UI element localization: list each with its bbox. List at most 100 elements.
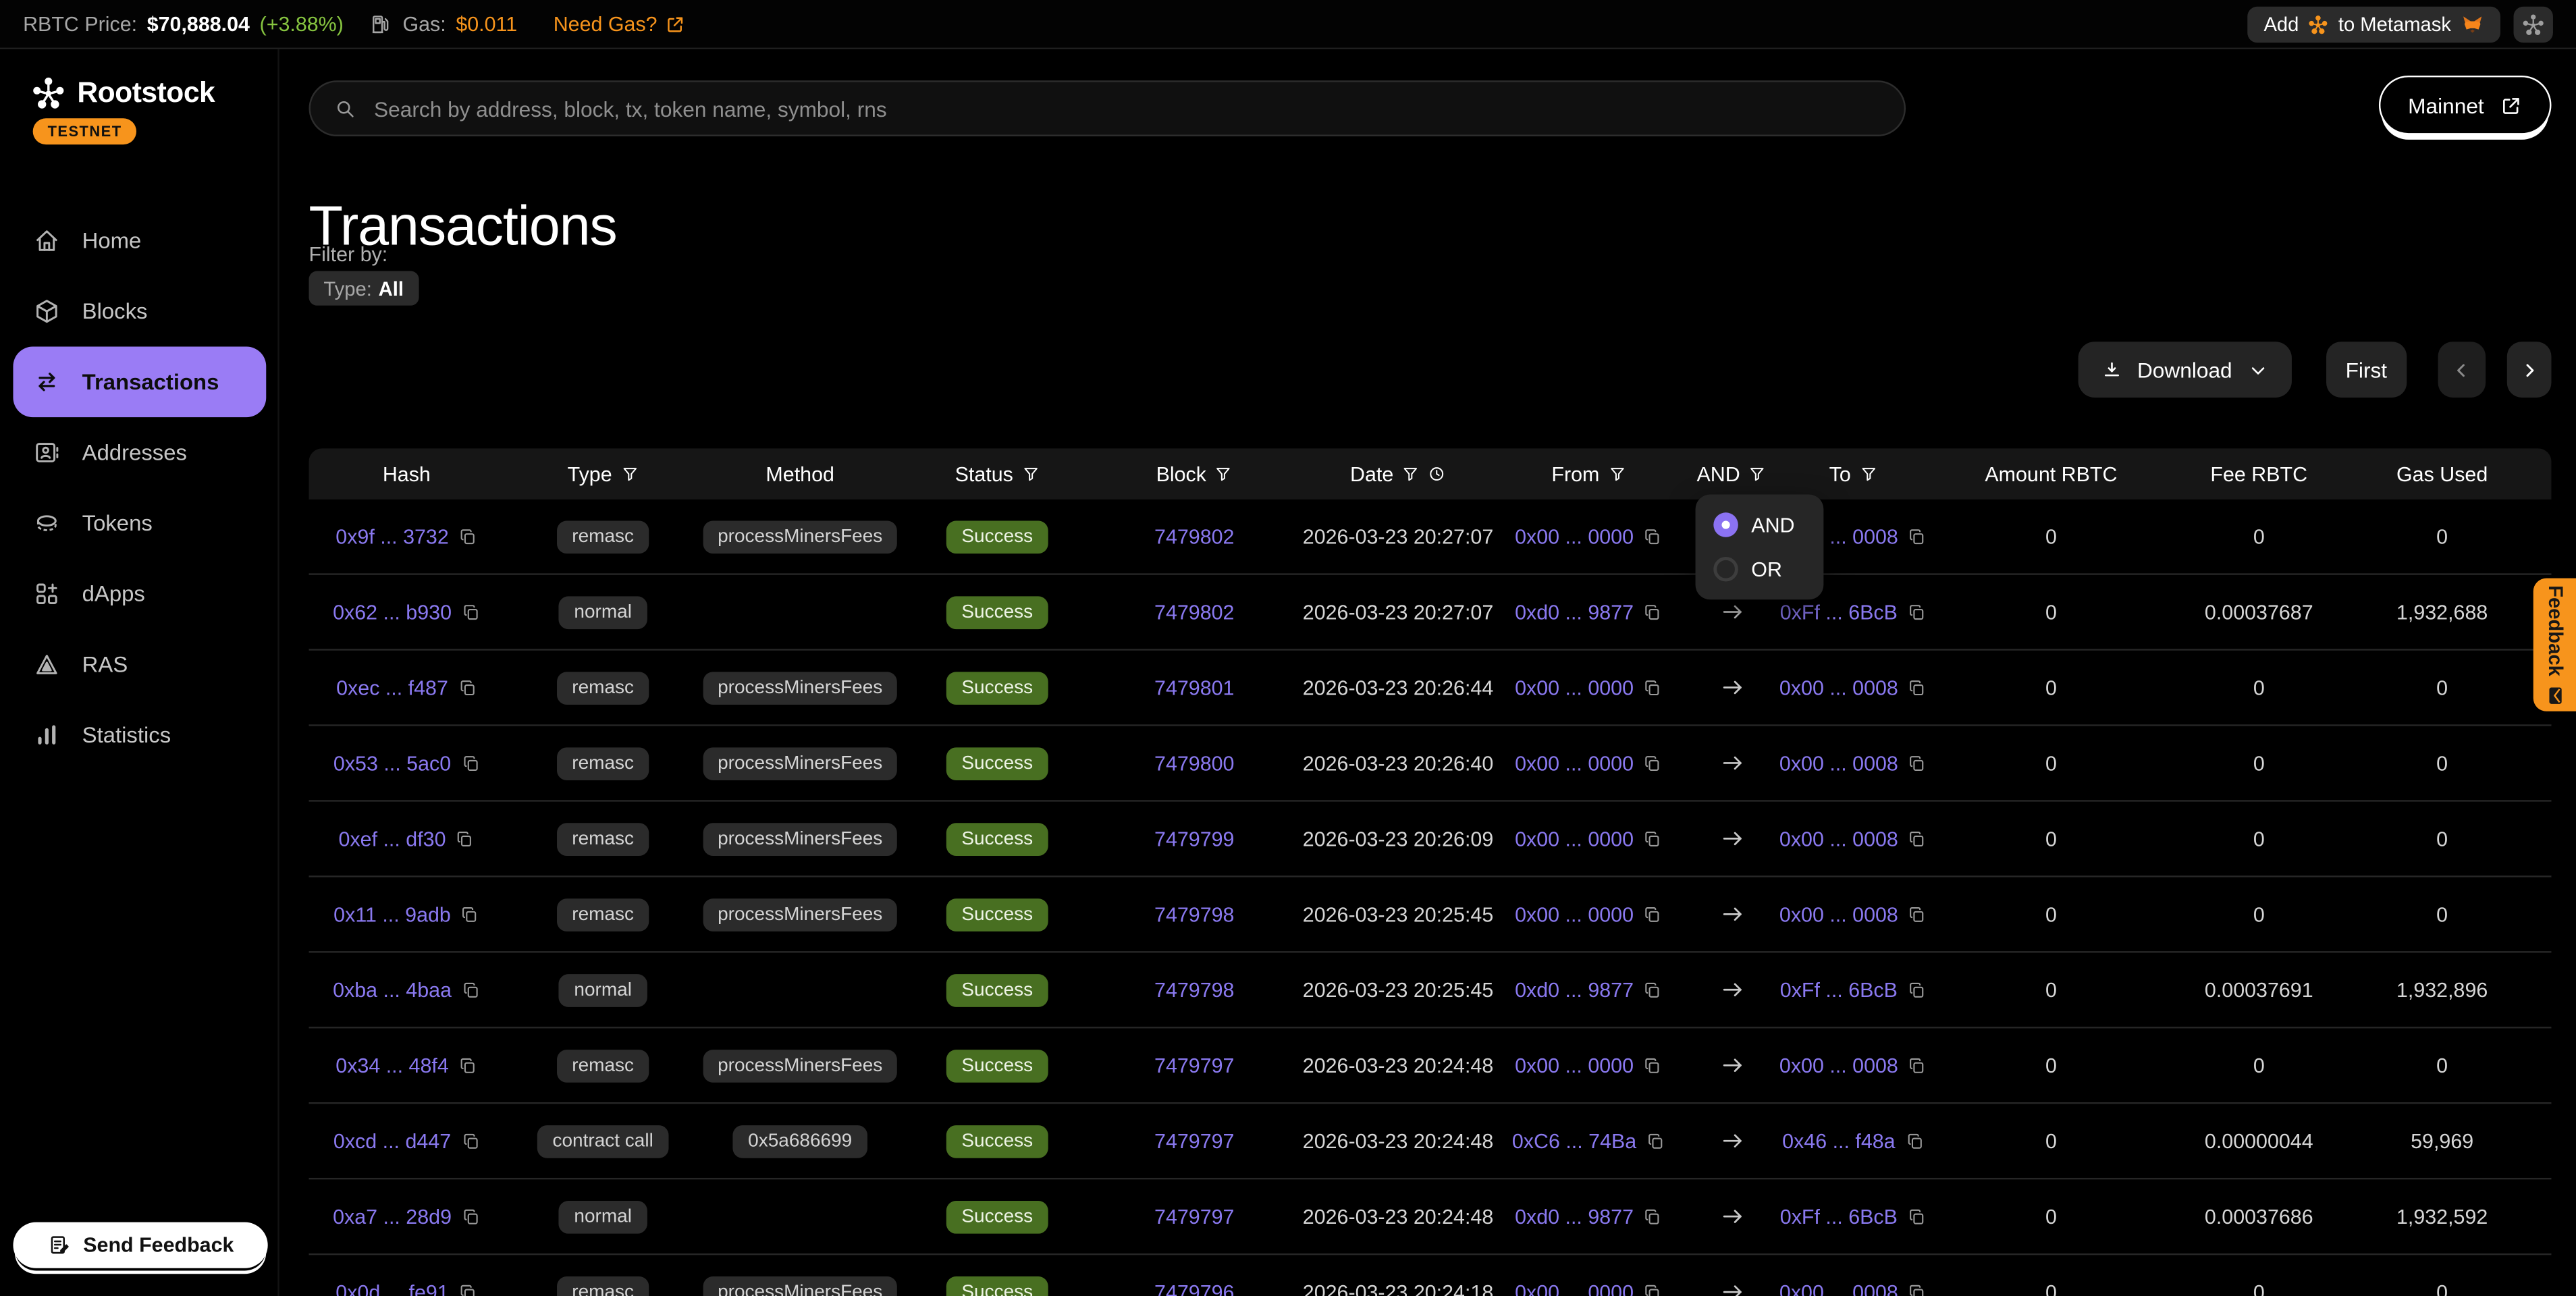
copy-icon[interactable] (1644, 829, 1663, 848)
copy-icon[interactable] (1644, 1056, 1663, 1075)
sidebar-item-home[interactable]: Home (13, 205, 266, 276)
sidebar-item-addresses[interactable]: Addresses (13, 417, 266, 488)
from-address-link[interactable]: 0xC6 ... 74Ba (1512, 1129, 1636, 1152)
copy-icon[interactable] (1644, 1282, 1663, 1296)
tx-hash-link[interactable]: 0xef ... df30 (339, 827, 446, 850)
to-address-link[interactable]: 0x00 ... 0008 (1779, 1054, 1898, 1077)
tx-hash-link[interactable]: 0xec ... f487 (336, 676, 448, 699)
block-link[interactable]: 7479802 (1154, 601, 1234, 624)
to-address-link[interactable]: 0xFf ... 6BcB (1780, 1205, 1898, 1228)
block-link[interactable]: 7479796 (1154, 1280, 1234, 1296)
block-link[interactable]: 7479798 (1154, 902, 1234, 925)
block-link[interactable]: 7479797 (1154, 1054, 1234, 1077)
to-address-link[interactable]: 0x46 ... f48a (1782, 1129, 1895, 1152)
from-address-link[interactable]: 0x00 ... 0000 (1515, 902, 1634, 925)
sidebar-item-transactions[interactable]: Transactions (13, 347, 266, 418)
filter-icon[interactable] (1859, 465, 1877, 483)
filter-icon[interactable] (1608, 465, 1626, 483)
send-feedback-button[interactable]: Send Feedback (13, 1222, 267, 1268)
tx-hash-link[interactable]: 0x9f ... 3732 (336, 525, 448, 548)
tx-hash-link[interactable]: 0xcd ... d447 (333, 1129, 451, 1152)
to-address-link[interactable]: 0xFf ... 6BcB (1780, 601, 1898, 624)
copy-icon[interactable] (1644, 980, 1663, 999)
block-link[interactable]: 7479797 (1154, 1205, 1234, 1228)
type-filter-chip[interactable]: Type: All (309, 271, 419, 306)
copy-icon[interactable] (462, 1207, 481, 1226)
previous-page-button[interactable] (2438, 342, 2486, 398)
radio-button[interactable] (1713, 512, 1738, 537)
mainnet-button[interactable]: Mainnet (2378, 76, 2551, 135)
add-to-metamask-button[interactable]: Add to Metamask (2247, 6, 2500, 43)
from-address-link[interactable]: 0xd0 ... 9877 (1515, 978, 1634, 1001)
filter-icon[interactable] (1401, 465, 1420, 483)
from-address-link[interactable]: 0x00 ... 0000 (1515, 827, 1634, 850)
feedback-tab[interactable]: Feedback (2533, 578, 2576, 711)
tx-hash-link[interactable]: 0x53 ... 5ac0 (333, 751, 451, 774)
first-page-button[interactable]: First (2326, 342, 2407, 398)
copy-icon[interactable] (1644, 753, 1663, 772)
copy-icon[interactable] (458, 1282, 477, 1296)
filter-icon[interactable] (1021, 465, 1040, 483)
copy-icon[interactable] (1644, 678, 1663, 697)
copy-icon[interactable] (458, 1056, 477, 1075)
tx-gas: 1,932,592 (2396, 1205, 2488, 1228)
filter-option-or[interactable]: OR (1696, 547, 1824, 591)
copy-icon[interactable] (1644, 905, 1663, 923)
filter-option-and[interactable]: AND (1696, 503, 1824, 547)
to-address-link[interactable]: 0x00 ... 0008 (1779, 1280, 1898, 1296)
sidebar-item-tokens[interactable]: Tokens (13, 488, 266, 559)
block-link[interactable]: 7479798 (1154, 978, 1234, 1001)
block-link[interactable]: 7479800 (1154, 751, 1234, 774)
tx-hash-link[interactable]: 0xba ... 4baa (333, 978, 452, 1001)
search-input[interactable] (371, 94, 1881, 122)
sidebar-item-blocks[interactable]: Blocks (13, 276, 266, 347)
tx-hash-link[interactable]: 0x62 ... b930 (333, 601, 452, 624)
block-link[interactable]: 7479801 (1154, 676, 1234, 699)
to-address-link[interactable]: 0x00 ... 0008 (1779, 827, 1898, 850)
to-address-link[interactable]: 0x00 ... 0008 (1779, 902, 1898, 925)
tx-hash-link[interactable]: 0xa7 ... 28d9 (333, 1205, 452, 1228)
to-address-link[interactable]: 0x00 ... 0008 (1779, 676, 1898, 699)
copy-icon[interactable] (462, 603, 481, 622)
tx-hash-link[interactable]: 0x0d ... fe91 (336, 1280, 448, 1296)
copy-icon[interactable] (1646, 1131, 1665, 1150)
copy-icon[interactable] (458, 678, 477, 697)
to-address-link[interactable]: 0x00 ... 0008 (1779, 751, 1898, 774)
from-address-link[interactable]: 0x00 ... 0000 (1515, 1054, 1634, 1077)
tx-method-badge: processMinersFees (703, 747, 897, 780)
from-address-link[interactable]: 0x00 ... 0000 (1515, 525, 1634, 548)
copy-icon[interactable] (461, 753, 480, 772)
block-link[interactable]: 7479799 (1154, 827, 1234, 850)
copy-icon[interactable] (1644, 1207, 1663, 1226)
copy-icon[interactable] (461, 1131, 480, 1150)
from-address-link[interactable]: 0x00 ... 0000 (1515, 1280, 1634, 1296)
block-link[interactable]: 7479797 (1154, 1129, 1234, 1152)
brand-logo[interactable]: Rootstock (31, 76, 215, 110)
rootstock-settings-button[interactable] (2514, 6, 2553, 43)
filter-icon[interactable] (1214, 465, 1233, 483)
copy-icon[interactable] (1644, 527, 1663, 546)
sidebar-item-ras[interactable]: RAS (13, 629, 266, 700)
block-link[interactable]: 7479802 (1154, 525, 1234, 548)
copy-icon[interactable] (1644, 603, 1663, 622)
to-address-link[interactable]: 0xFf ... 6BcB (1780, 978, 1898, 1001)
copy-icon[interactable] (462, 980, 481, 999)
from-address-link[interactable]: 0xd0 ... 9877 (1515, 601, 1634, 624)
radio-button[interactable] (1713, 557, 1738, 582)
tx-hash-link[interactable]: 0x11 ... 9adb (333, 902, 451, 925)
search-bar[interactable] (309, 80, 1906, 136)
copy-icon[interactable] (458, 527, 477, 546)
sidebar-item-dapps[interactable]: dApps (13, 558, 266, 629)
sidebar-item-statistics[interactable]: Statistics (13, 700, 266, 771)
need-gas-link[interactable]: Need Gas? (554, 12, 685, 35)
copy-icon[interactable] (456, 829, 475, 848)
download-button[interactable]: Download (2078, 342, 2291, 398)
tx-hash-link[interactable]: 0x34 ... 48f4 (336, 1054, 448, 1077)
filter-icon[interactable] (620, 465, 639, 483)
from-address-link[interactable]: 0xd0 ... 9877 (1515, 1205, 1634, 1228)
from-address-link[interactable]: 0x00 ... 0000 (1515, 676, 1634, 699)
next-page-button[interactable] (2507, 342, 2552, 398)
copy-icon[interactable] (460, 905, 479, 923)
filter-icon[interactable] (1748, 465, 1767, 483)
from-address-link[interactable]: 0x00 ... 0000 (1515, 751, 1634, 774)
